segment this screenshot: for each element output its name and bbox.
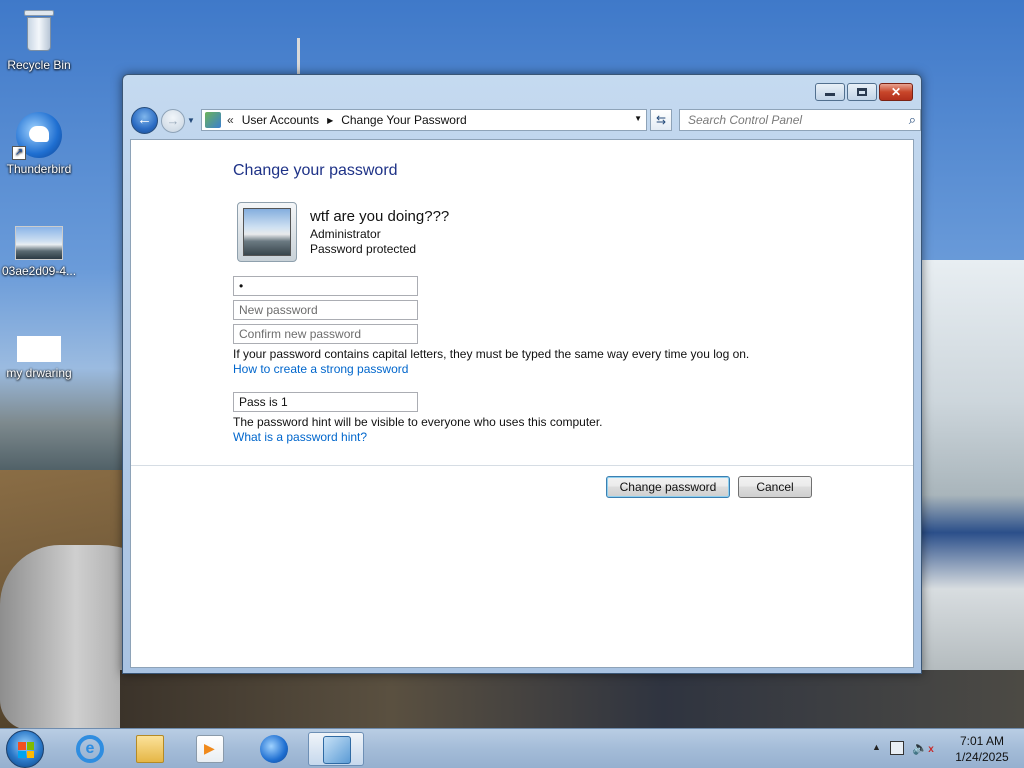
desktop-icon-thunderbird[interactable]: ↗ Thunderbird	[0, 112, 78, 176]
background-boat	[920, 260, 1024, 730]
close-icon: ✕	[890, 85, 902, 99]
taskbar-media-player[interactable]	[182, 732, 238, 766]
control-panel-icon	[205, 112, 221, 128]
taskbar-control-panel[interactable]	[308, 732, 364, 766]
maximize-icon	[848, 84, 876, 100]
desktop-icon-drawing[interactable]: my drwaring	[0, 336, 78, 380]
forward-arrow-icon: →	[166, 113, 180, 128]
new-password-field[interactable]	[233, 300, 418, 320]
chevron-down-icon: ▼	[187, 116, 195, 125]
search-icon[interactable]: ⌕	[909, 110, 916, 130]
clock[interactable]: 7:01 AM 1/24/2025	[942, 733, 1022, 765]
desktop-icon-recycle-bin[interactable]: Recycle Bin	[0, 8, 78, 72]
refresh-icon: ⇆	[655, 113, 667, 127]
breadcrumb-separator-icon[interactable]: ▶	[327, 116, 333, 125]
windows-logo-icon	[18, 742, 34, 758]
caps-note: If your password contains capital letter…	[233, 347, 750, 361]
folder-icon	[136, 735, 164, 763]
network-icon[interactable]	[890, 741, 904, 755]
cancel-button[interactable]: Cancel	[738, 476, 812, 498]
breadcrumb-overflow[interactable]: «	[227, 113, 234, 127]
user-role: Administrator	[310, 227, 381, 241]
taskbar-thunderbird[interactable]	[246, 732, 302, 766]
thunderbird-icon: ↗	[12, 112, 62, 160]
recent-pages-dropdown[interactable]: ▼	[187, 115, 199, 127]
taskbar: e ▲ 🔈x 7:01 AM 1/24/2025	[0, 728, 1024, 768]
minimize-icon	[816, 84, 844, 100]
background-mast	[297, 38, 300, 76]
desktop-icon-label: Recycle Bin	[7, 58, 71, 72]
control-panel-icon	[323, 736, 351, 764]
minimize-button[interactable]	[815, 83, 845, 101]
divider	[131, 465, 913, 466]
forward-button[interactable]: →	[161, 109, 185, 133]
thunderbird-icon	[260, 735, 288, 763]
page-title: Change your password	[233, 162, 398, 179]
system-tray: ▲ 🔈x 7:01 AM 1/24/2025	[864, 729, 1024, 768]
password-hint-field[interactable]	[233, 392, 418, 412]
clock-time: 7:01 AM	[959, 734, 1005, 748]
avatar	[237, 202, 297, 262]
volume-muted-icon[interactable]: 🔈x	[912, 740, 934, 756]
desktop-icon-label: 03ae2d09-4...	[1, 264, 77, 278]
back-button[interactable]: ←	[131, 107, 158, 134]
back-arrow-icon: ←	[137, 111, 152, 128]
breadcrumb-user-accounts[interactable]: User Accounts	[242, 113, 319, 127]
image-file-icon	[17, 336, 61, 362]
control-panel-window: ✕ ← → ▼ « User Accounts ▶ Change Your Pa…	[122, 74, 922, 674]
change-password-button[interactable]: Change password	[606, 476, 730, 498]
maximize-button[interactable]	[847, 83, 877, 101]
search-input[interactable]: Search Control Panel ⌕	[679, 109, 921, 131]
start-button[interactable]	[6, 730, 44, 768]
user-picture	[243, 208, 291, 256]
internet-explorer-icon: e	[76, 735, 104, 763]
hint-note: The password hint will be visible to eve…	[233, 415, 603, 429]
desktop-icon-label: Thunderbird	[6, 162, 72, 176]
media-player-icon	[196, 735, 224, 763]
address-bar[interactable]: « User Accounts ▶ Change Your Password ▼	[201, 109, 647, 131]
show-hidden-icons-icon[interactable]: ▲	[872, 742, 881, 752]
content-pane: Change your password wtf are you doing??…	[130, 139, 914, 668]
navigation-bar: ← → ▼ « User Accounts ▶ Change Your Pass…	[131, 107, 921, 134]
desktop-icon-label: my drwaring	[6, 366, 72, 380]
desktop-icon-photo[interactable]: 03ae2d09-4...	[0, 226, 78, 278]
user-name: wtf are you doing???	[310, 208, 450, 225]
strong-password-link[interactable]: How to create a strong password	[233, 362, 408, 376]
background-water	[120, 670, 1024, 730]
recycle-bin-icon	[22, 8, 56, 54]
refresh-button[interactable]: ⇆	[650, 109, 672, 131]
search-placeholder: Search Control Panel	[688, 113, 803, 127]
window-controls: ✕	[815, 83, 913, 101]
current-password-field[interactable]	[233, 276, 418, 296]
password-hint-link[interactable]: What is a password hint?	[233, 430, 367, 444]
close-button[interactable]: ✕	[879, 83, 913, 101]
address-dropdown-icon[interactable]: ▼	[634, 114, 642, 123]
image-file-icon	[15, 226, 63, 260]
user-password-status: Password protected	[310, 242, 417, 256]
taskbar-internet-explorer[interactable]: e	[62, 732, 118, 766]
taskbar-explorer[interactable]	[122, 732, 178, 766]
confirm-password-field[interactable]	[233, 324, 418, 344]
clock-date: 1/24/2025	[955, 750, 1009, 764]
breadcrumb-change-password[interactable]: Change Your Password	[341, 113, 466, 127]
